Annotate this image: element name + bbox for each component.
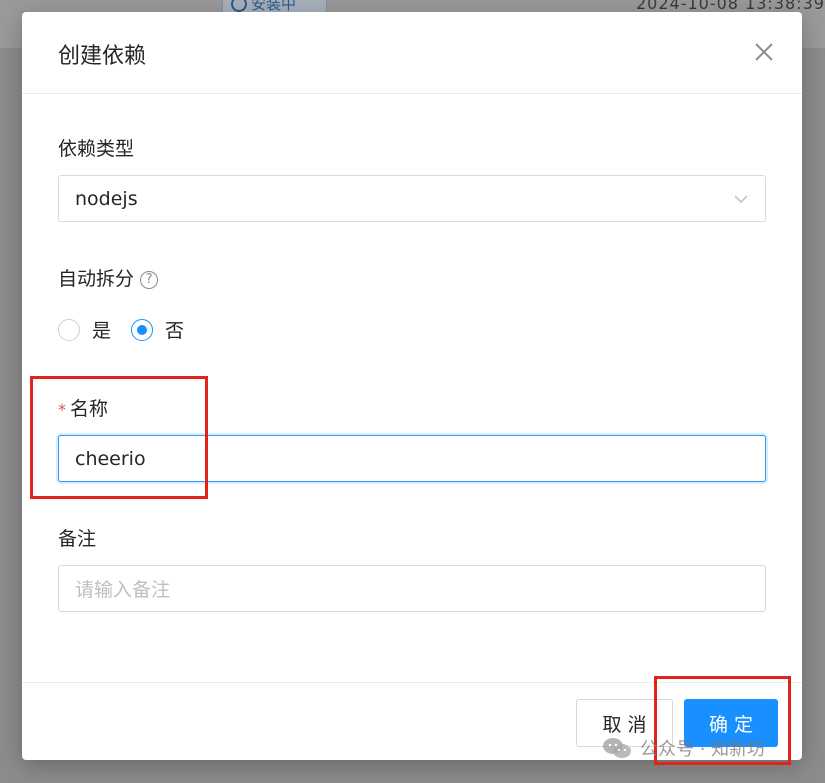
name-input-value: cheerio — [75, 447, 146, 470]
auto-split-yes-label: 是 — [92, 320, 112, 342]
dependency-type-label: 依赖类型 — [58, 138, 135, 160]
auto-split-label-text: 自动拆分 — [58, 268, 135, 290]
name-input[interactable]: cheerio — [58, 435, 766, 482]
watermark-text: 公众号 · 知新坊 — [640, 739, 766, 760]
auto-split-yes-radio[interactable]: 是 — [58, 316, 111, 343]
remark-label: 备注 — [58, 528, 97, 550]
dialog-header: 创建依赖 — [22, 12, 802, 94]
name-label-text: 名称 — [70, 398, 109, 420]
auto-split-label: 自动拆分? — [58, 264, 159, 291]
auto-split-no-label: 否 — [165, 320, 185, 342]
remark-placeholder: 请输入备注 — [75, 579, 171, 601]
close-button[interactable] — [752, 40, 776, 64]
wechat-icon — [603, 738, 631, 758]
radio-unchecked-icon — [58, 318, 80, 341]
auto-split-radio-group: 是 否 — [58, 316, 184, 343]
question-icon[interactable]: ? — [140, 270, 159, 289]
dependency-type-select[interactable]: nodejs — [58, 175, 766, 222]
watermark: 公众号 · 知新坊 — [602, 735, 765, 761]
remark-input[interactable]: 请输入备注 — [58, 565, 766, 612]
dependency-type-value: nodejs — [75, 187, 138, 210]
create-dependency-dialog: 创建依赖 依赖类型 nodejs 自动拆分? 是 否 * 名称 cheerio 备… — [22, 12, 802, 760]
chevron-down-icon — [734, 195, 748, 204]
required-mark: * — [58, 400, 66, 419]
auto-split-no-radio[interactable]: 否 — [131, 316, 184, 343]
dialog-title: 创建依赖 — [58, 44, 147, 69]
name-label: * 名称 — [58, 394, 108, 421]
loading-icon — [231, 0, 247, 12]
radio-checked-icon — [131, 318, 154, 341]
close-icon — [755, 43, 773, 61]
